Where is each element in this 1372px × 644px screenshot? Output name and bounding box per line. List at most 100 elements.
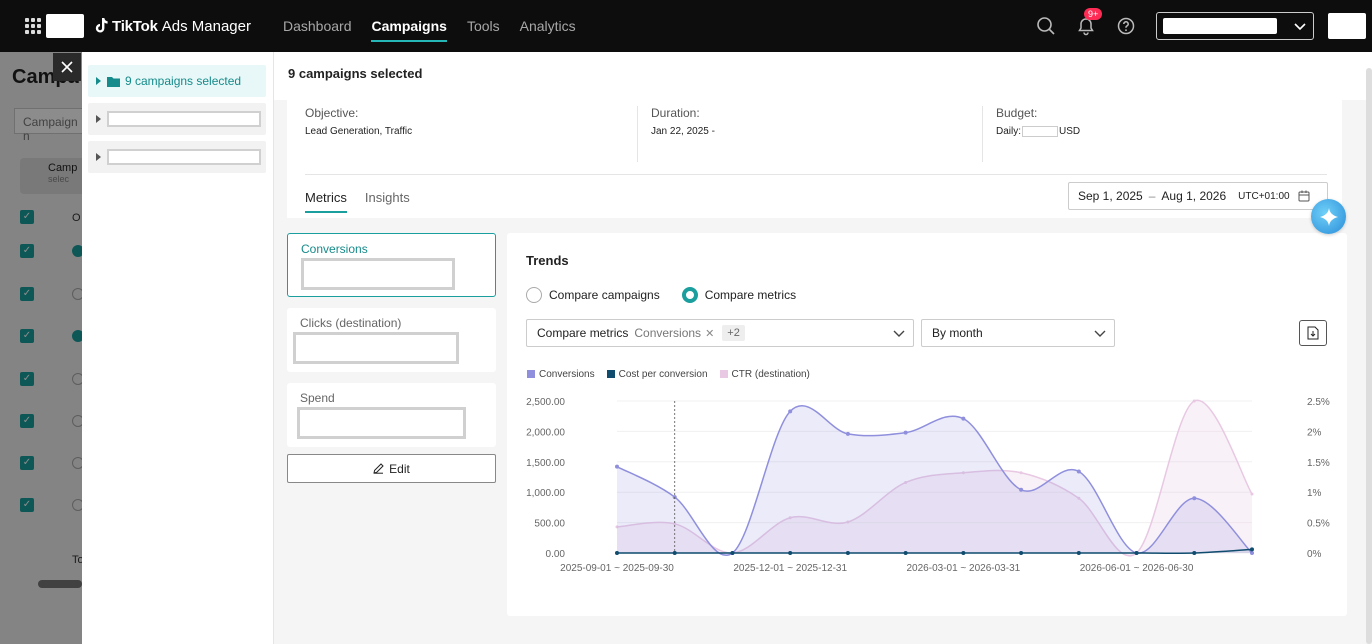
y-right-tick-label: 2.5% — [1307, 397, 1330, 408]
user-avatar[interactable] — [1328, 13, 1366, 39]
objective-field: Objective: Lead Generation, Traffic — [287, 106, 412, 160]
tab-metrics[interactable]: Metrics — [305, 190, 347, 213]
data-point — [1250, 492, 1254, 496]
date-separator: – — [1148, 189, 1156, 203]
nav-dashboard[interactable]: Dashboard — [283, 14, 352, 38]
data-point — [845, 431, 850, 436]
compare-metrics-select[interactable]: Compare metrics Conversions ✕ +2 — [526, 319, 914, 347]
tree-item-campaign[interactable] — [88, 103, 266, 135]
budget-value: Daily: USD — [996, 126, 1080, 137]
compare-label: Compare metrics — [537, 326, 629, 340]
objective-label: Objective: — [305, 106, 359, 120]
y-right-tick-label: 1% — [1307, 488, 1322, 499]
notification-bell-icon[interactable]: 9+ — [1076, 8, 1103, 36]
metric-value-redacted — [293, 332, 459, 364]
data-point — [672, 551, 677, 555]
trends-chart[interactable]: 2,500.00 2,000.00 1,500.00 1,000.00 500.00 0.… — [507, 383, 1347, 573]
expand-arrow-icon[interactable] — [96, 115, 101, 123]
y-right-tick-label: 0% — [1307, 549, 1322, 560]
data-point — [788, 551, 793, 555]
expand-arrow-icon[interactable] — [96, 77, 101, 85]
timezone-label: UTC+01:00 — [1238, 190, 1290, 202]
download-file-icon — [1307, 326, 1319, 340]
data-point — [1250, 547, 1254, 552]
legend-item-ctr[interactable]: CTR (destination) — [719, 369, 810, 380]
edit-metrics-button[interactable]: Edit — [287, 454, 496, 483]
brand-name: TikTok — [112, 17, 158, 35]
data-point — [903, 430, 908, 435]
date-range-picker[interactable]: Sep 1, 2025 – Aug 1, 2026 UTC+01:00 — [1068, 182, 1328, 210]
data-point — [730, 551, 735, 555]
account-selector[interactable] — [1156, 12, 1314, 40]
calendar-icon — [1298, 190, 1310, 202]
radio-compare-campaigns[interactable] — [526, 287, 542, 303]
y-left-tick-label: 1,500.00 — [526, 458, 565, 469]
y-left-tick-label: 500.00 — [534, 519, 565, 530]
trends-panel: Trends Compare campaigns Compare metrics… — [507, 233, 1347, 616]
granularity-select[interactable]: By month — [921, 319, 1115, 347]
trends-title: Trends — [526, 253, 569, 268]
edit-label: Edit — [389, 461, 410, 476]
date-start: Sep 1, 2025 — [1078, 189, 1143, 203]
duration-label: Duration: — [651, 106, 700, 120]
pencil-icon — [373, 463, 384, 474]
metric-card-clicks[interactable]: Clicks (destination) — [287, 308, 496, 372]
top-nav-bar: TikTok Ads Manager Dashboard Campaigns T… — [0, 0, 1372, 52]
metric-value-redacted — [297, 407, 466, 439]
tree-item-campaign[interactable] — [88, 141, 266, 173]
notification-badge: 9+ — [1084, 8, 1103, 20]
close-drawer-button[interactable] — [53, 53, 81, 81]
data-point — [1192, 496, 1197, 501]
search-icon[interactable] — [1036, 16, 1056, 36]
data-point — [1076, 469, 1081, 474]
radio-compare-metrics[interactable] — [681, 287, 698, 303]
campaign-tree: 9 campaigns selected — [82, 52, 274, 644]
account-name-redacted — [1163, 18, 1277, 34]
y-left-tick-label: 1,000.00 — [526, 488, 565, 499]
data-point — [845, 551, 850, 555]
nav-analytics[interactable]: Analytics — [520, 14, 576, 38]
close-icon — [61, 61, 73, 73]
campaign-detail-drawer: 9 campaigns selected 9 campaigns selecte… — [82, 52, 1372, 644]
vertical-scrollbar[interactable] — [1366, 68, 1372, 644]
chip-close-icon[interactable]: ✕ — [705, 327, 714, 340]
duration-value: Jan 22, 2025 - — [651, 126, 715, 137]
duration-field: Duration: Jan 22, 2025 - — [633, 106, 715, 160]
help-icon[interactable] — [1116, 16, 1136, 36]
tree-item-selected-campaigns[interactable]: 9 campaigns selected — [88, 65, 266, 97]
modal-overlay[interactable] — [0, 52, 82, 644]
data-point — [615, 551, 619, 555]
campaign-name-redacted — [107, 149, 261, 165]
brand-logo[interactable]: TikTok Ads Manager — [94, 18, 251, 35]
data-point — [1019, 551, 1024, 555]
drawer-main: 9 campaigns selected Objective: Lead Gen… — [274, 52, 1372, 644]
expand-arrow-icon[interactable] — [96, 153, 101, 161]
chevron-down-icon — [1094, 330, 1106, 337]
metric-card-spend[interactable]: Spend — [287, 383, 496, 447]
nav-campaigns[interactable]: Campaigns — [371, 14, 448, 42]
legend-item-conversions[interactable]: Conversions — [527, 369, 595, 380]
sparkle-icon — [1319, 207, 1338, 226]
x-tick-label: 2025-12-01 ~ 2025-12-31 — [733, 563, 847, 573]
data-point — [1019, 471, 1023, 475]
metric-chip: Conversions — [634, 326, 702, 340]
budget-prefix: Daily: — [996, 126, 1022, 137]
ai-assistant-button[interactable] — [1311, 199, 1346, 234]
radio-compare-campaigns-label[interactable]: Compare campaigns — [549, 288, 660, 302]
radio-compare-metrics-label[interactable]: Compare metrics — [705, 288, 796, 302]
metric-card-conversions[interactable]: Conversions — [287, 233, 496, 297]
data-point — [903, 551, 908, 555]
export-button[interactable] — [1299, 320, 1327, 346]
tree-item-label: 9 campaigns selected — [125, 74, 242, 88]
metric-label: Spend — [300, 391, 335, 405]
y-left-tick-label: 2,000.00 — [526, 427, 565, 438]
detail-tabs: Metrics Insights — [305, 190, 410, 213]
tab-insights[interactable]: Insights — [365, 190, 410, 213]
data-point — [1019, 487, 1024, 492]
nav-tools[interactable]: Tools — [467, 14, 500, 38]
drawer-title: 9 campaigns selected — [274, 52, 1372, 100]
legend-item-cost-per-conversion[interactable]: Cost per conversion — [606, 369, 708, 380]
brand-suffix: Ads Manager — [161, 17, 251, 35]
apps-grid-icon[interactable] — [20, 13, 46, 39]
y-left-tick-label: 2,500.00 — [526, 397, 565, 408]
